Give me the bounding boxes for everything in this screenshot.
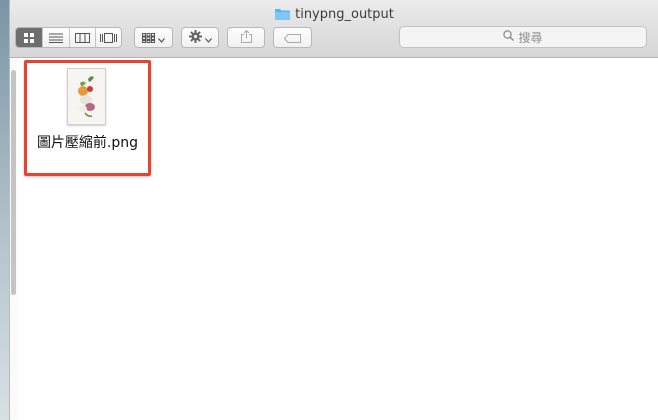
action-button[interactable] xyxy=(182,28,218,47)
finder-window: tinypng_output 搜尋 圖片壓縮前.png xyxy=(9,0,658,420)
search-field[interactable]: 搜尋 xyxy=(399,26,647,48)
file-thumbnail xyxy=(67,68,106,125)
share-button[interactable] xyxy=(228,28,264,47)
list-icon xyxy=(49,28,63,47)
view-mode-control xyxy=(15,27,122,48)
coverflow-icon xyxy=(100,28,117,47)
arrange-grid-icon xyxy=(142,28,155,47)
arrange-control[interactable] xyxy=(134,27,173,48)
columns-icon xyxy=(75,28,90,47)
window-title: tinypng_output xyxy=(10,5,658,23)
icon-view-button[interactable] xyxy=(16,28,43,47)
coverflow-view-button[interactable] xyxy=(96,28,121,47)
arrange-button[interactable] xyxy=(135,28,172,47)
scrollbar-thumb[interactable] xyxy=(11,70,16,295)
file-browser-area[interactable]: 圖片壓縮前.png xyxy=(10,58,658,420)
file-name: 圖片壓縮前.png xyxy=(36,135,139,151)
window-title-text: tinypng_output xyxy=(295,6,394,22)
search-placeholder: 搜尋 xyxy=(518,30,543,45)
grid-icon xyxy=(24,28,34,47)
column-view-button[interactable] xyxy=(70,28,96,47)
scrollbar-track[interactable] xyxy=(10,58,17,420)
search-icon xyxy=(503,30,515,44)
tag-control[interactable] xyxy=(273,27,312,48)
titlebar[interactable]: tinypng_output 搜尋 xyxy=(10,0,658,58)
chevron-down-icon xyxy=(158,28,165,47)
share-control[interactable] xyxy=(227,27,265,48)
file-item[interactable]: 圖片壓縮前.png xyxy=(24,60,151,176)
chevron-down-icon xyxy=(204,28,212,47)
tag-button[interactable] xyxy=(274,28,311,47)
tag-icon xyxy=(283,28,301,47)
list-view-button[interactable] xyxy=(43,28,70,47)
gear-icon xyxy=(188,28,202,47)
folder-icon xyxy=(275,8,291,20)
share-icon xyxy=(240,28,252,47)
action-control[interactable] xyxy=(181,27,219,48)
